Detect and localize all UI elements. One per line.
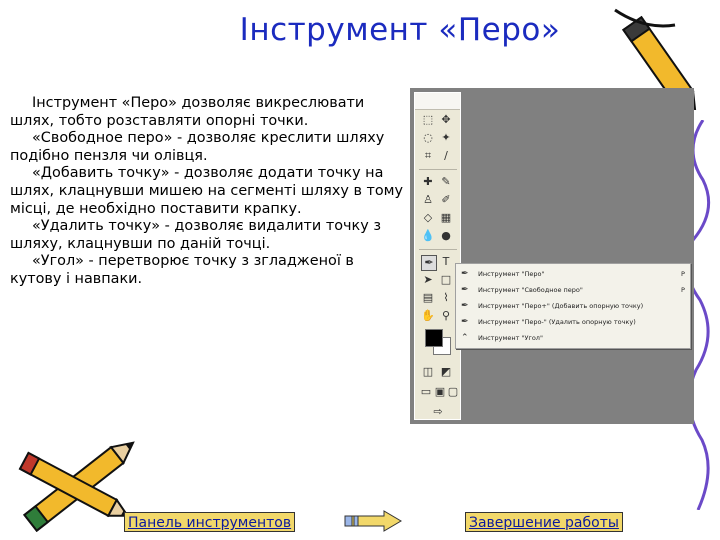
double-arrow-icon[interactable]: [344, 510, 402, 532]
crop-tool-icon: ⌗: [424, 149, 432, 162]
full-screen-menu-icon: ▢: [447, 385, 459, 398]
delete-anchor-point-icon: ✒: [461, 317, 469, 327]
gradient-tool-icon: ▦: [440, 211, 452, 224]
menu-item-freeform-pen[interactable]: ✒ Инструмент "Свободное перо" P: [456, 283, 692, 298]
blur-tool-icon: 💧: [421, 229, 435, 242]
notes-tool-icon: ▤: [422, 291, 434, 304]
pen-icon: ✒: [461, 269, 469, 279]
toolbox-handle: [415, 93, 460, 110]
paragraph-delete-point: «Удалить точку» - дозволяє видалити точк…: [10, 218, 381, 252]
quick-mask-mode-icon: ◩: [440, 365, 452, 378]
hand-tool-icon: ✋: [421, 309, 435, 322]
add-anchor-point-icon: ✒: [461, 301, 469, 311]
clone-stamp-icon: ♙: [423, 193, 433, 206]
move-tool-icon: ✥: [441, 113, 451, 126]
toolbox-divider: [419, 249, 457, 250]
menu-item-convert-point[interactable]: ⌃ Инструмент "Угол": [456, 331, 692, 346]
toolbox-screenshot: ⬚ ✥ ◌ ✦ ⌗ ∕ ✚ ✎ ♙ ✐ ◇ ▦ 💧 ● ✒ T ➤ □ ▤ ⌇ …: [410, 88, 694, 424]
toolbox-panel: ⬚ ✥ ◌ ✦ ⌗ ∕ ✚ ✎ ♙ ✐ ◇ ▦ 💧 ● ✒ T ➤ □ ▤ ⌇ …: [414, 92, 461, 420]
toolbox-panel-link[interactable]: Панель инструментов: [124, 512, 296, 532]
paragraph-add-point: «Добавить точку» - дозволяє додати точку…: [10, 165, 404, 217]
menu-item-delete-anchor[interactable]: ✒ Инструмент "Перо-" (Удалить опорную то…: [456, 315, 692, 330]
pen-tools-flyout-menu: ✒ Инструмент "Перо" P ✒ Инструмент "Своб…: [455, 263, 691, 349]
path-selection-icon: ➤: [423, 273, 433, 286]
history-brush-icon: ✐: [441, 193, 451, 206]
healing-brush-icon: ✚: [423, 175, 433, 188]
menu-item-add-anchor[interactable]: ✒ Инструмент "Перо+" (Добавить опорную т…: [456, 299, 692, 314]
pen-tool-icon: ✒: [421, 255, 437, 271]
paragraph-convert-point: «Угол» - перетворює точку з згладженої в…: [10, 253, 354, 287]
slice-tool-icon: ∕: [444, 149, 448, 162]
toolbox-divider: [419, 169, 457, 170]
shape-tool-icon: □: [440, 273, 452, 286]
convert-point-icon: ⌃: [461, 333, 469, 343]
full-screen-icon: ▣: [434, 385, 446, 398]
menu-item-pen[interactable]: ✒ Инструмент "Перо" P: [456, 267, 692, 282]
zoom-tool-icon: ⚲: [441, 309, 451, 322]
slide-title: Інструмент «Перо»: [239, 12, 561, 48]
dodge-tool-icon: ●: [441, 229, 451, 242]
paragraph-freeform-pen: «Свободное перо» - дозволяє креслити шля…: [10, 130, 385, 164]
slide-body: Інструмент «Перо» дозволяє викреслювати …: [10, 95, 405, 289]
brush-tool-icon: ✎: [441, 175, 451, 188]
slide: Інструмент «Перо» Інструмент «Перо» дозв…: [0, 0, 720, 540]
paragraph-pen: Інструмент «Перо» дозволяє викреслювати …: [10, 95, 365, 129]
eyedropper-icon: ⌇: [443, 291, 449, 304]
eraser-tool-icon: ◇: [423, 211, 433, 224]
magic-wand-icon: ✦: [441, 131, 451, 144]
foreground-color-swatch: [425, 329, 443, 347]
type-tool-icon: T: [442, 255, 450, 268]
quick-mask-icon: ◫: [422, 365, 434, 378]
freeform-pen-icon: ✒: [461, 285, 469, 295]
marquee-tool-icon: ⬚: [422, 113, 434, 126]
finish-work-link[interactable]: Завершение работы: [465, 512, 623, 532]
jump-to-icon: ⇨: [433, 405, 443, 418]
lasso-tool-icon: ◌: [423, 131, 433, 144]
screen-mode-icon: ▭: [420, 385, 432, 398]
